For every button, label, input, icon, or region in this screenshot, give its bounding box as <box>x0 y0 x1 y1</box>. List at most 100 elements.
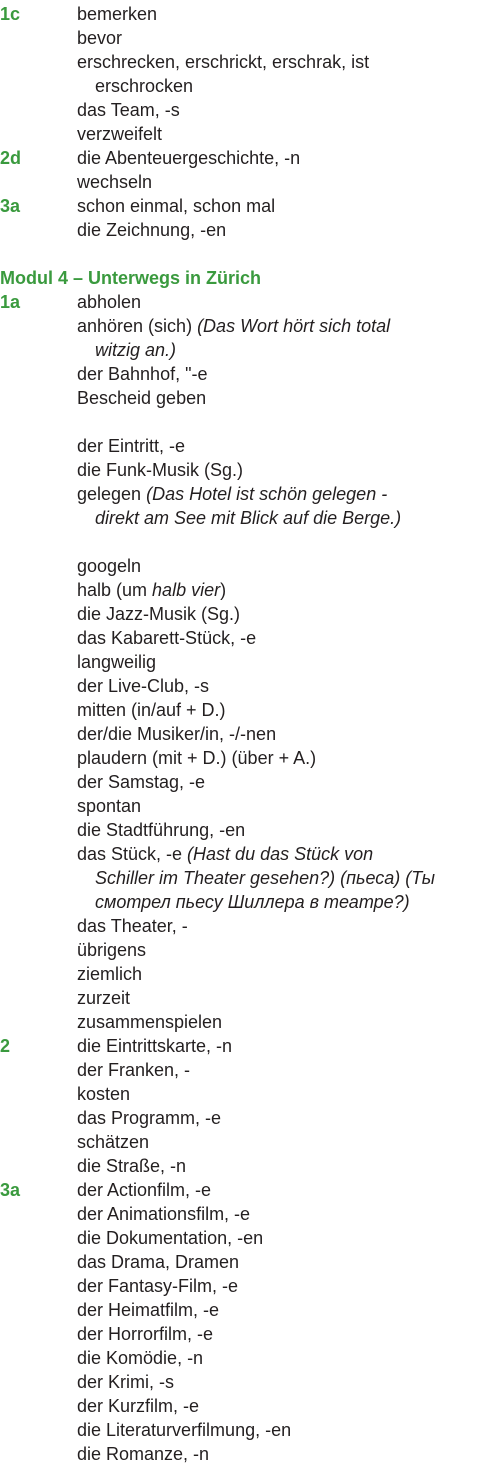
example-sentence: (Hast du das Stück von <box>182 844 374 864</box>
vocab-word: die Zeichnung, -en <box>77 220 227 240</box>
vocab-entry: gelegen (Das Hotel ist schön gelegen - <box>77 482 387 506</box>
vocab-entry: googeln <box>77 554 141 578</box>
vocab-word: der Animationsfilm, -e <box>77 1204 251 1224</box>
vocab-line: 3a der Actionfilm, -e <box>0 1178 503 1202</box>
example-sentence: (Das Wort hört sich total <box>192 316 391 336</box>
vocab-entry: die Literaturverfilmung, -en <box>77 1418 291 1442</box>
vocab-word: bevor <box>77 28 123 48</box>
vocab-line: zusammenspielen <box>0 1010 503 1034</box>
vocab-line: ziemlich <box>0 962 503 986</box>
vocab-entry: der/die Musiker/in, -/-nen <box>77 722 276 746</box>
vocab-entry: erschrecken, erschrickt, erschrak, ist <box>77 50 369 74</box>
vocab-word: der Heimatfilm, -e <box>77 1300 220 1320</box>
vocab-line: 1a abholen <box>0 290 503 314</box>
vocab-word: schätzen <box>77 1132 150 1152</box>
vocab-line: anhören (sich) (Das Wort hört sich total <box>0 314 503 338</box>
vocab-line: der Heimatfilm, -e <box>0 1298 503 1322</box>
vocab-word: die Jazz-Musik (Sg.) <box>77 604 241 624</box>
vocab-word: erschrocken <box>95 76 194 96</box>
vocab-line: übrigens <box>0 938 503 962</box>
vocab-word: erschrecken, erschrickt, erschrak, ist <box>77 52 370 72</box>
example-sentence: halb vier <box>152 580 221 600</box>
vocab-line: Schiller im Theater gesehen?) (пьеса) (Т… <box>0 866 503 890</box>
vocab-line: der Samstag, -e <box>0 770 503 794</box>
vocab-word: die Eintrittskarte, -n <box>77 1036 233 1056</box>
vocab-entry: die Stadtführung, -en <box>77 818 245 842</box>
vocab-line: das Theater, - <box>0 914 503 938</box>
vocab-entry: der Krimi, -s <box>77 1370 174 1394</box>
vocab-line: die Dokumentation, -en <box>0 1226 503 1250</box>
vocab-line: 2 die Eintrittskarte, -n <box>0 1034 503 1058</box>
vocab-entry: die Dokumentation, -en <box>77 1226 263 1250</box>
vocab-line: erschrocken <box>0 74 503 98</box>
vocab-word: anhören (sich) <box>77 316 193 336</box>
vocab-line: das Team, -s <box>0 98 503 122</box>
module-heading: Modul 4 – Unterwegs in Zürich <box>0 268 262 288</box>
vocab-entry: der Fantasy-Film, -e <box>77 1274 238 1298</box>
example-sentence: (Das Hotel ist schön gelegen - <box>141 484 388 504</box>
vocab-line: spontan <box>0 794 503 818</box>
vocab-line: der Horrorfilm, -e <box>0 1322 503 1346</box>
vocab-entry: der Heimatfilm, -e <box>77 1298 219 1322</box>
vocab-line: die Stadtführung, -en <box>0 818 503 842</box>
vocab-line: 2d die Abenteuergeschichte, -n <box>0 146 503 170</box>
vocab-continuation: Schiller im Theater gesehen?) (пьеса) (Т… <box>95 866 435 890</box>
vocabulary-page: 1c bemerken bevor erschrecken, erschrickt, … <box>0 0 503 1468</box>
vocab-continuation: witzig an.) <box>95 338 176 362</box>
vocab-word: die Romanze, -n <box>77 1444 210 1464</box>
vocab-entry: die Romanze, -n <box>77 1442 209 1466</box>
vocab-line: der Fantasy-Film, -e <box>0 1274 503 1298</box>
vocab-word: der Franken, - <box>77 1060 191 1080</box>
vocab-line: wechseln <box>0 170 503 194</box>
vocab-line: die Literaturverfilmung, -en <box>0 1418 503 1442</box>
vocab-line: 1c bemerken <box>0 2 503 26</box>
vocab-word: die Stadtführung, -en <box>77 820 246 840</box>
vocab-line: verzweifelt <box>0 122 503 146</box>
vocab-entry: die Funk-Musik (Sg.) <box>77 458 243 482</box>
vocab-entry: zusammenspielen <box>77 1010 222 1034</box>
vocab-entry: langweilig <box>77 650 156 674</box>
exercise-label: 1c <box>0 4 21 24</box>
vocab-entry: mitten (in/auf + D.) <box>77 698 226 722</box>
vocab-line: der Franken, - <box>0 1058 503 1082</box>
vocab-line: erschrecken, erschrickt, erschrak, ist <box>0 50 503 74</box>
vocab-word: kosten <box>77 1084 131 1104</box>
vocab-word: das Drama, Dramen <box>77 1252 240 1272</box>
vocab-line: die Romanze, -n <box>0 1442 503 1466</box>
exercise-label: 3a <box>0 196 21 216</box>
vocab-line: bevor <box>0 26 503 50</box>
vocab-line: googeln <box>0 554 503 578</box>
vocab-word: das Team, -s <box>77 100 180 120</box>
vocab-entry: abholen <box>77 290 141 314</box>
example-sentence: смотрел пьесу Шиллера в театре?) <box>95 892 410 912</box>
vocab-entry: anhören (sich) (Das Wort hört sich total <box>77 314 390 338</box>
vocab-line: die Jazz-Musik (Sg.) <box>0 602 503 626</box>
vocab-word: das Theater, - <box>77 916 188 936</box>
vocab-entry: der Horrorfilm, -e <box>77 1322 213 1346</box>
vocab-entry: der Live-Club, -s <box>77 674 209 698</box>
vocab-word: das Programm, -e <box>77 1108 222 1128</box>
vocab-line: смотрел пьесу Шиллера в театре?) <box>0 890 503 914</box>
vocab-word: gelegen <box>77 484 142 504</box>
vocab-word: verzweifelt <box>77 124 163 144</box>
vocab-line: Bescheid geben <box>0 386 503 410</box>
vocab-word: der Horrorfilm, -e <box>77 1324 214 1344</box>
vocab-line: die Zeichnung, -en <box>0 218 503 242</box>
exercise-label: 2 <box>0 1036 11 1056</box>
vocab-line: kosten <box>0 1082 503 1106</box>
vocab-word: halb (um <box>77 580 153 600</box>
vocab-line: die Straße, -n <box>0 1154 503 1178</box>
vocab-word: Bescheid geben <box>77 388 207 408</box>
vocab-entry: zurzeit <box>77 986 130 1010</box>
vocab-line: der Kurzfilm, -e <box>0 1394 503 1418</box>
vocab-entry: die Straße, -n <box>77 1154 186 1178</box>
vocab-word: die Komödie, -n <box>77 1348 204 1368</box>
vocab-word: der Samstag, -e <box>77 772 206 792</box>
vocab-line: der Animationsfilm, -e <box>0 1202 503 1226</box>
vocab-line: das Stück, -e (Hast du das Stück von <box>0 842 503 866</box>
vocab-suffix: ) <box>220 580 227 600</box>
vocab-entry: die Eintrittskarte, -n <box>77 1034 232 1058</box>
vocab-word: die Straße, -n <box>77 1156 187 1176</box>
